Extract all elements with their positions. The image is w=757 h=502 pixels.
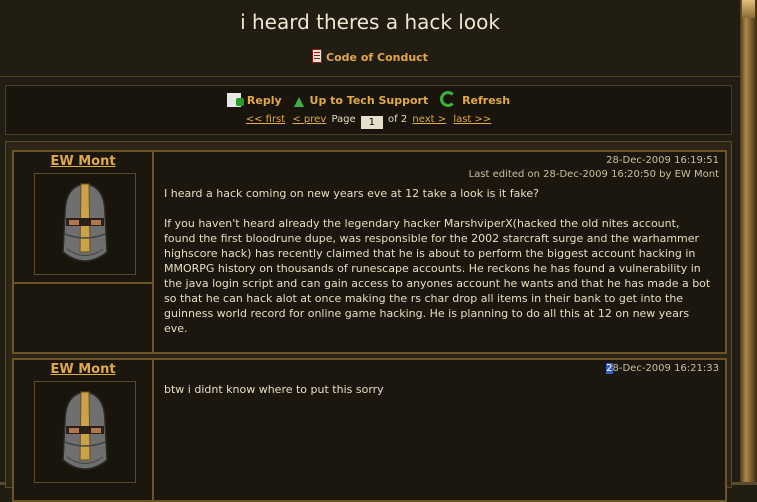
page-number-input[interactable]: 1: [360, 116, 383, 129]
divider: [14, 282, 152, 284]
last-page-link[interactable]: last >>: [453, 114, 491, 125]
post: EW Mont 28-Dec-2009 16:19:51 Last edited…: [12, 150, 727, 354]
reply-button[interactable]: Reply: [226, 93, 286, 107]
divider: [0, 76, 740, 77]
page-count: of 2: [388, 114, 408, 125]
prev-page-link[interactable]: < prev: [292, 114, 326, 125]
post-body: I heard a hack coming on new years eve a…: [164, 186, 714, 336]
helmet-avatar-icon: [62, 183, 108, 262]
post-paragraph: If you haven't heard already the legenda…: [164, 217, 711, 335]
author-column: EW Mont: [14, 360, 154, 500]
pagination: << first < prev Page 1 of 2 next > last …: [6, 114, 731, 129]
code-of-conduct-link[interactable]: Code of Conduct: [0, 49, 740, 64]
code-of-conduct-label: Code of Conduct: [326, 51, 428, 64]
first-page-link[interactable]: << first: [246, 114, 285, 125]
refresh-label: Refresh: [462, 94, 511, 107]
window-edge-highlight: [742, 0, 755, 18]
reply-icon: [226, 93, 244, 107]
post-meta: 28-Dec-2009 16:19:51 Last edited on 28-D…: [469, 154, 719, 182]
post-edited-note: Last edited on 28-Dec-2009 16:20:50 by E…: [468, 169, 719, 180]
author-name-link[interactable]: EW Mont: [14, 154, 152, 169]
avatar: [34, 381, 136, 483]
helmet-avatar-icon: [62, 391, 108, 470]
post-meta: 28-Dec-2009 16:21:33: [606, 362, 719, 376]
up-label: Up to Tech Support: [309, 94, 429, 107]
post: EW Mont 28-Dec-2009 16:21:33 btw i didnt…: [12, 358, 727, 502]
avatar: [34, 173, 136, 275]
next-page-link[interactable]: next >: [412, 114, 446, 125]
reply-label: Reply: [246, 94, 282, 107]
author-name-link[interactable]: EW Mont: [14, 362, 152, 377]
page-title: i heard theres a hack look: [240, 10, 500, 34]
page-label: Page: [331, 114, 356, 125]
up-arrow-icon: [293, 97, 304, 107]
post-date: 28-Dec-2009 16:19:51: [606, 155, 719, 166]
post-date-rest: 8-Dec-2009 16:21:33: [612, 363, 719, 374]
thread-navigation: Reply Up to Tech Support Refresh << firs…: [5, 85, 732, 135]
refresh-icon: [440, 91, 457, 107]
up-to-tech-support-button[interactable]: Up to Tech Support: [293, 94, 433, 107]
window-edge: [740, 0, 757, 485]
post-date: 28-Dec-2009 16:21:33: [606, 362, 719, 376]
author-column: EW Mont: [14, 152, 154, 352]
document-icon: [312, 49, 323, 63]
thread-actions: Reply Up to Tech Support Refresh: [6, 91, 731, 107]
post-paragraph: btw i didnt know where to put this sorry: [164, 383, 384, 396]
refresh-button[interactable]: Refresh: [440, 91, 511, 107]
post-body: btw i didnt know where to put this sorry: [164, 382, 714, 397]
post-paragraph: I heard a hack coming on new years eve a…: [164, 187, 539, 200]
